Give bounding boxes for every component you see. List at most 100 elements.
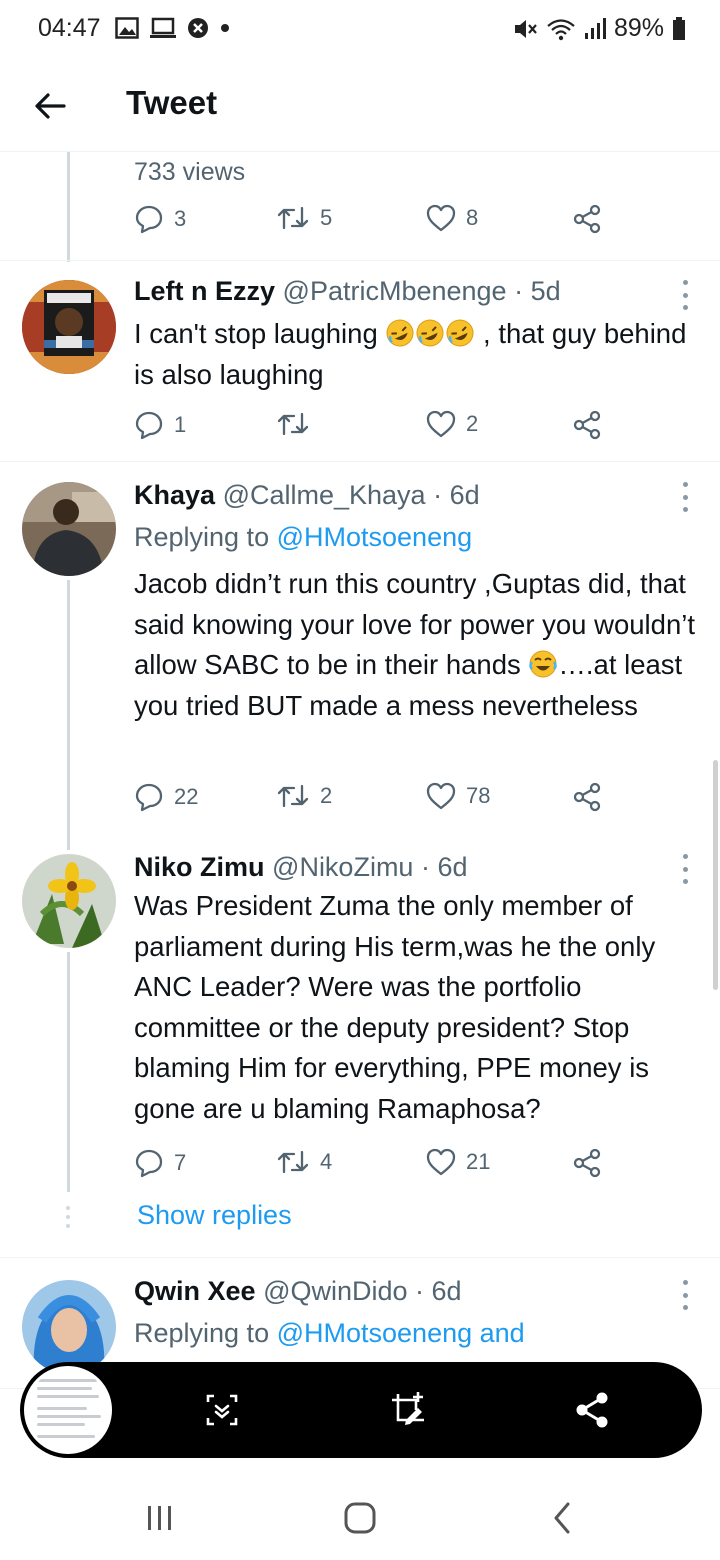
like-button[interactable]: 8 — [426, 204, 478, 232]
share-button[interactable] — [572, 782, 602, 812]
home-icon[interactable] — [340, 1498, 380, 1538]
tweet-text-part: I can't stop laughing — [134, 318, 378, 349]
share-icon — [573, 410, 601, 440]
reply-button[interactable]: 1 — [134, 410, 186, 440]
like-button[interactable]: 21 — [426, 1148, 490, 1176]
retweet-button[interactable] — [276, 410, 320, 438]
signal-icon — [584, 17, 606, 39]
scroll-capture-icon[interactable] — [202, 1390, 242, 1430]
heart-icon — [426, 1148, 456, 1176]
reply-count: 3 — [174, 206, 187, 231]
battery-icon — [673, 16, 685, 40]
reply-tweet[interactable]: Khaya @Callme_Khaya · 6d Replying to @HM… — [0, 462, 720, 832]
reply-button[interactable]: 22 — [134, 782, 198, 812]
laptop-icon — [150, 17, 176, 38]
thread-dots — [66, 1206, 70, 1228]
tweet-age: · 6d — [415, 1276, 462, 1306]
heart-icon — [426, 410, 456, 438]
tweet-age: · 6d — [420, 852, 468, 882]
status-bar: 04:47 89% — [0, 0, 720, 60]
tweet-header: Khaya @Callme_Khaya · 6d — [134, 480, 480, 511]
status-right: 89% — [512, 14, 686, 43]
reply-count: 22 — [174, 784, 199, 809]
screenshot-toolbar — [20, 1362, 702, 1458]
reply-count: 1 — [174, 412, 187, 437]
mute-icon — [514, 19, 537, 38]
avatar[interactable] — [22, 482, 116, 576]
display-name[interactable]: Khaya — [134, 480, 215, 510]
retweet-button[interactable]: 2 — [276, 782, 332, 810]
user-handle[interactable]: @NikoZimu — [272, 852, 413, 882]
avatar[interactable] — [22, 854, 116, 948]
reply-icon — [135, 411, 163, 440]
more-options-icon[interactable] — [680, 854, 690, 884]
retweet-count: 4 — [320, 1149, 333, 1174]
reply-tweet[interactable]: Niko Zimu @NikoZimu · 6d Was President Z… — [0, 834, 720, 1254]
more-options-icon[interactable] — [680, 1280, 690, 1310]
back-button[interactable] — [30, 86, 70, 126]
retweet-count: 2 — [320, 783, 333, 808]
replying-to: Replying to @HMotsoeneng — [134, 522, 472, 553]
recents-icon[interactable] — [140, 1498, 180, 1538]
reply-icon — [135, 783, 163, 812]
heart-icon — [426, 782, 456, 810]
more-options-icon[interactable] — [680, 280, 690, 310]
page-title: Tweet — [126, 84, 218, 121]
tweet-text: I can't stop laughing , that guy behind … — [134, 314, 704, 395]
retweet-icon — [277, 784, 309, 808]
avatar[interactable] — [22, 1280, 116, 1374]
show-replies-link[interactable]: Show replies — [137, 1200, 292, 1231]
gallery-icon — [115, 17, 139, 39]
thread-line — [67, 152, 70, 262]
more-options-icon[interactable] — [680, 482, 690, 512]
dot-icon — [221, 24, 229, 32]
retweet-count: 5 — [320, 205, 333, 230]
user-handle[interactable]: @PatricMbenenge — [283, 276, 507, 306]
rolling-laughing-emoji — [416, 319, 444, 347]
like-count: 21 — [466, 1149, 491, 1174]
display-name[interactable]: Left n Ezzy — [134, 276, 275, 306]
arrow-left-icon — [35, 93, 66, 119]
tweet-text: Was President Zuma the only member of pa… — [134, 890, 656, 1124]
mention-link[interactable]: @HMotsoeneng — [277, 522, 473, 552]
heart-icon — [426, 204, 456, 232]
mention-link[interactable]: @HMotsoeneng and — [277, 1318, 525, 1348]
share-icon — [573, 1148, 601, 1178]
tweet-actions: 7 4 21 — [134, 1148, 614, 1188]
view-count: 733 views — [134, 158, 246, 186]
reply-icon — [135, 1149, 163, 1178]
retweet-icon — [277, 206, 309, 230]
share-button[interactable] — [572, 1148, 602, 1178]
retweet-button[interactable]: 4 — [276, 1148, 332, 1176]
share-button[interactable] — [572, 410, 602, 440]
back-icon[interactable] — [542, 1498, 582, 1538]
display-name[interactable]: Niko Zimu — [134, 852, 265, 882]
share-button[interactable] — [572, 204, 602, 234]
replying-prefix: Replying to — [134, 1318, 270, 1348]
tweet-header: Qwin Xee @QwinDido · 6d — [134, 1276, 462, 1307]
like-button[interactable]: 78 — [426, 782, 490, 810]
retweet-icon — [277, 412, 309, 436]
retweet-button[interactable]: 5 — [276, 204, 332, 232]
like-button[interactable]: 2 — [426, 410, 478, 438]
app-header: Tweet — [0, 60, 720, 152]
tweet-header: Niko Zimu @NikoZimu · 6d — [134, 852, 468, 883]
screenshot-thumbnail[interactable] — [24, 1366, 112, 1454]
battery-percent: 89% — [613, 14, 664, 42]
user-handle[interactable]: @QwinDido — [263, 1276, 407, 1306]
tweet-age: · 6d — [433, 480, 480, 510]
status-time: 04:47 — [38, 14, 101, 42]
avatar[interactable] — [22, 280, 116, 374]
tweet-age: · 5d — [514, 276, 561, 306]
user-handle[interactable]: @Callme_Khaya — [223, 480, 426, 510]
rolling-laughing-emoji — [446, 319, 474, 347]
reply-tweet[interactable]: Left n Ezzy @PatricMbenenge · 5d I can't… — [0, 260, 720, 460]
display-name[interactable]: Qwin Xee — [134, 1276, 256, 1306]
scrollbar[interactable] — [713, 760, 718, 990]
reply-button[interactable]: 3 — [134, 204, 186, 234]
retweet-icon — [277, 1150, 309, 1174]
share-icon[interactable] — [572, 1390, 612, 1430]
edit-crop-icon[interactable] — [388, 1390, 428, 1430]
tweet-actions: 3 5 8 — [134, 204, 614, 244]
reply-button[interactable]: 7 — [134, 1148, 186, 1178]
